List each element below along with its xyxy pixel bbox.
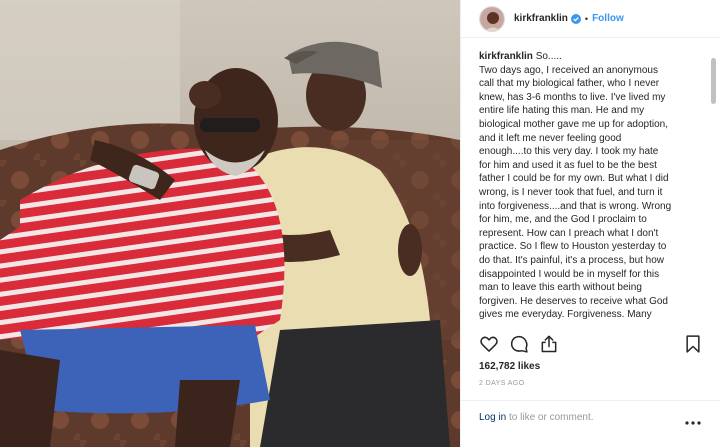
- caption-line: into forgiveness....and that is wrong. W…: [479, 200, 672, 212]
- caption-username[interactable]: kirkfranklin: [479, 51, 533, 62]
- login-prompt-text: to like or comment.: [506, 412, 594, 423]
- instagram-post: kirkfranklin • Follow kirkfranklin So...…: [0, 0, 720, 447]
- comment-area: Log in to like or comment.: [461, 400, 720, 447]
- caption-line: forgiven. He deserves to receive what Go…: [479, 295, 668, 307]
- caption-line: call that my biological father, who I ne…: [479, 78, 660, 90]
- caption-line: knew, has 3-6 months to live. I've lived…: [479, 91, 666, 103]
- likes-count[interactable]: 162,782 likes: [479, 361, 540, 372]
- heart-icon[interactable]: [479, 334, 499, 354]
- caption-line: man to leave this earth without being: [479, 282, 642, 294]
- follow-button[interactable]: Follow: [592, 13, 624, 24]
- post-timestamp[interactable]: 2 DAYS AGO: [479, 380, 525, 387]
- caption-line: represent. How can I preach what I don't: [479, 227, 659, 239]
- photo-image: [0, 0, 460, 447]
- bookmark-icon[interactable]: [683, 334, 703, 354]
- post-header: kirkfranklin • Follow: [461, 0, 720, 38]
- post-side-panel: kirkfranklin • Follow kirkfranklin So...…: [460, 0, 720, 447]
- caption-line: and it left me never feeling good: [479, 132, 622, 144]
- caption-line: wrong, is I never took that fuel, and tu…: [479, 186, 663, 198]
- comment-icon[interactable]: [509, 334, 529, 354]
- login-link[interactable]: Log in: [479, 412, 506, 423]
- post-photo[interactable]: [0, 0, 460, 447]
- caption-scrollbar[interactable]: [711, 58, 716, 104]
- caption-line: enough....to this very day. I took my ha…: [479, 146, 659, 158]
- caption-text: kirkfranklin So..... Two days ago, I rece…: [461, 50, 720, 322]
- caption-line: So.....: [532, 51, 562, 62]
- action-bar: [461, 331, 720, 357]
- caption-line: do that. It's painful, it's a process, b…: [479, 254, 665, 266]
- caption-line: Two days ago, I received an anonymous: [479, 64, 658, 76]
- caption-line: practice. So I flew to Houston yesterday…: [479, 241, 667, 253]
- caption-line: for him, me, and the God I proclaim to: [479, 214, 647, 226]
- caption-line: biological mother gave me up for adoptio…: [479, 118, 669, 130]
- caption-line: disappointed I would be in myself for th…: [479, 268, 660, 280]
- caption-container[interactable]: kirkfranklin So..... Two days ago, I rece…: [461, 50, 720, 326]
- more-options-icon[interactable]: [685, 419, 701, 427]
- share-icon[interactable]: [539, 334, 559, 354]
- avatar-image: [480, 6, 504, 31]
- caption-line: for him and used it as fuel to be the be…: [479, 159, 657, 171]
- verified-badge-icon: [570, 13, 581, 24]
- separator-dot: •: [584, 13, 589, 24]
- caption-line: father I could be for my own. But what I…: [479, 173, 669, 185]
- caption-line: entire life hating this man. He and my: [479, 105, 645, 117]
- caption-line: gives me everyday. Forgiveness. Many: [479, 309, 652, 321]
- avatar[interactable]: [479, 5, 505, 32]
- username[interactable]: kirkfranklin: [514, 13, 568, 24]
- login-prompt: Log in to like or comment.: [479, 412, 594, 423]
